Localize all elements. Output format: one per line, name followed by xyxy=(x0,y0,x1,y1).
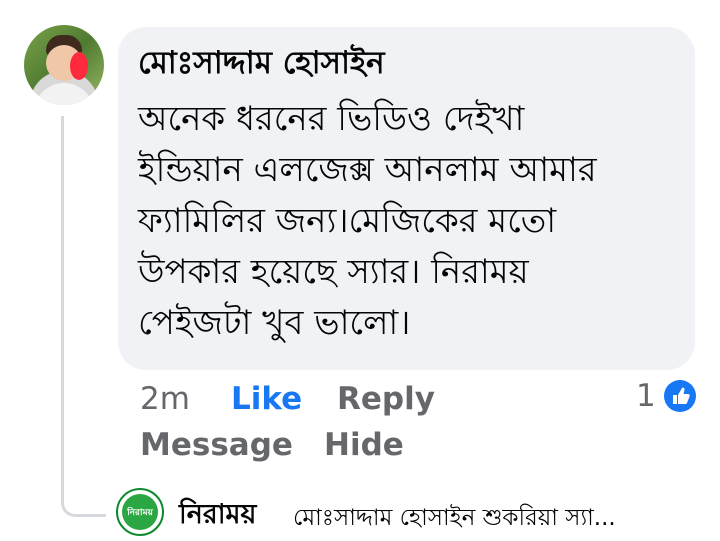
message-button[interactable]: Message xyxy=(140,427,293,463)
comment-line-5: পেইজটা খুব ভালো। xyxy=(138,303,411,343)
avatar-shirt xyxy=(34,83,94,105)
reply-preview-row[interactable]: নিরাময় নিরাময় মোঃসাদ্দাম হোসাইন শুকরিয… xyxy=(116,488,720,538)
thumbs-up-icon xyxy=(673,387,690,404)
reply-author-name[interactable]: নিরাময় xyxy=(179,494,256,539)
reply-preview-text[interactable]: মোঃসাদ্দাম হোসাইন শুকরিয়া স্যা... xyxy=(293,499,713,538)
like-icon xyxy=(664,380,696,412)
thread-connector-line xyxy=(61,116,106,517)
reply-button[interactable]: Reply xyxy=(337,381,435,417)
like-button[interactable]: Like xyxy=(231,381,302,417)
comment-line-1: অনেক ধরনের ভিডিও দেইখা xyxy=(138,99,525,139)
reaction-summary[interactable]: 1 xyxy=(636,378,700,414)
reaction-count: 1 xyxy=(636,378,656,414)
comment-timestamp[interactable]: 2m xyxy=(140,381,190,417)
comment-line-2: ইন্ডিয়ান এলজেক্স আনলাম আমার xyxy=(138,150,597,190)
avatar-redaction-mark xyxy=(70,52,88,80)
comment-author-name[interactable]: মোঃসাদ্দাম হোসাইন xyxy=(138,42,385,84)
comment-actions: 2m Like Reply Message Hide xyxy=(140,375,480,475)
comment-text: অনেক ধরনের ভিডিও দেইখা ইন্ডিয়ান এলজেক্স… xyxy=(138,94,668,349)
commenter-avatar[interactable] xyxy=(24,25,104,105)
page-logo-text: নিরাময় xyxy=(127,508,153,518)
comment-line-4: উপকার হয়েছে স্যার। নিরাময় xyxy=(138,252,529,292)
comment-line-3: ফ্যামিলির জন্য।মেজিকের মতো xyxy=(138,201,557,241)
page-avatar[interactable]: নিরাময় xyxy=(116,488,164,536)
hide-button[interactable]: Hide xyxy=(324,427,404,463)
